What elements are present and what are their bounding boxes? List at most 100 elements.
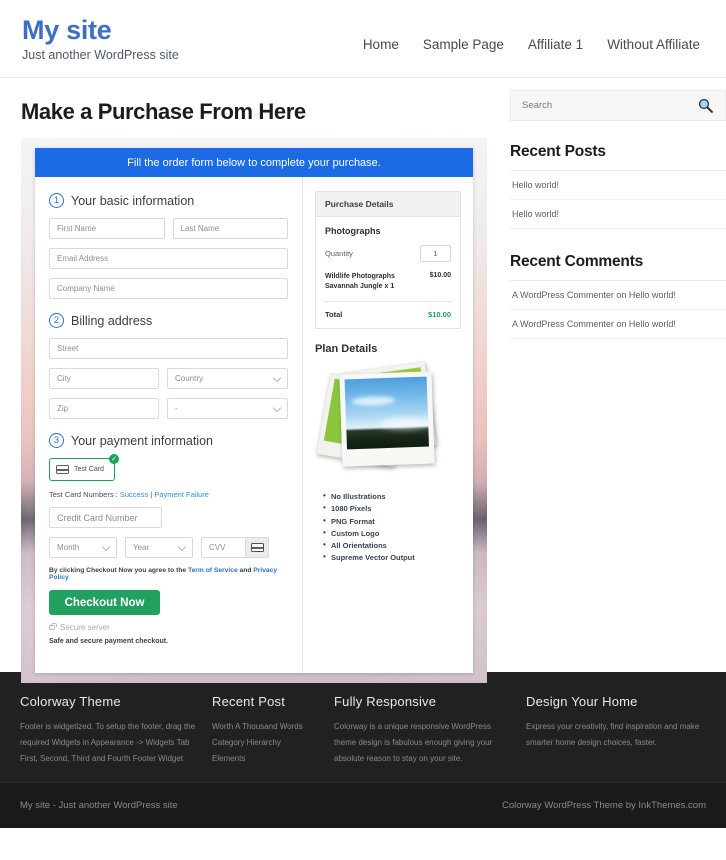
list-item[interactable]: Hello world! <box>510 171 726 200</box>
state-select[interactable]: - <box>167 398 288 419</box>
list-item[interactable]: A WordPress Commenter on Hello world! <box>510 310 726 339</box>
section-title-billing-address: Billing address <box>71 313 153 328</box>
section-billing-address-heading: 2 Billing address <box>49 313 288 328</box>
test-numbers-success-link[interactable]: Success <box>120 490 148 499</box>
expiry-year-value: Year <box>133 543 150 552</box>
step-number-2: 2 <box>49 313 64 328</box>
search-icon[interactable] <box>697 97 714 114</box>
street-row: Street <box>49 338 288 359</box>
test-numbers-prefix: Test Card Numbers : <box>49 490 120 499</box>
purchase-form-frame: Fill the order form below to complete yo… <box>21 138 487 683</box>
section-title-payment-information: Your payment information <box>71 433 213 448</box>
email-input[interactable]: Email Address <box>49 248 288 269</box>
list-item: Supreme Vector Output <box>323 551 461 564</box>
nav-item-affiliate-1[interactable]: Affiliate 1 <box>528 37 583 52</box>
footer-column-title: Fully Responsive <box>334 694 437 709</box>
quantity-input[interactable]: 1 <box>420 245 451 262</box>
line-item-name: Wildlife Photographs Savannah Jungle x 1 <box>325 273 395 291</box>
plan-details-title: Plan Details <box>315 343 378 356</box>
street-input[interactable]: Street <box>49 338 288 359</box>
expiry-cvv-row: Month Year CVV <box>49 537 288 558</box>
footer-column-title: Design Your Home <box>526 694 638 709</box>
footer-column-recent-post: Recent Post Worth A Thousand Words Categ… <box>212 694 322 782</box>
list-item: All Orientations <box>323 539 461 552</box>
checkout-now-button[interactable]: Checkout Now <box>49 590 160 615</box>
recent-posts-title: Recent Posts <box>510 143 726 171</box>
copyright-left: My site - Just another WordPress site <box>20 800 178 811</box>
test-card-option[interactable]: Test Card ✓ <box>49 454 119 481</box>
step-number-3: 3 <box>49 433 64 448</box>
secure-server-label: Secure server <box>60 623 110 632</box>
footer-copyright-bar: My site - Just another WordPress site Co… <box>0 782 726 828</box>
widget-spacer <box>510 229 726 253</box>
list-item: 1080 Pixels <box>323 502 461 515</box>
purchase-form-card: Fill the order form below to complete yo… <box>35 148 473 673</box>
photo-front <box>339 371 435 467</box>
step-number-1: 1 <box>49 193 64 208</box>
page-wrapper: Make a Purchase From Here Fill the order… <box>0 78 726 683</box>
list-item: No Illustrations <box>323 490 461 503</box>
footer-widgets: Colorway Theme Footer is widgetized. To … <box>0 672 726 782</box>
company-row: Company Name <box>49 278 288 299</box>
copyright-right[interactable]: Colorway WordPress Theme by InkThemes.co… <box>502 800 706 811</box>
chevron-down-icon <box>272 403 282 412</box>
email-row: Email Address <box>49 248 288 269</box>
total-label: Total <box>325 310 343 320</box>
city-input[interactable]: City <box>49 368 159 389</box>
test-numbers-failure-link[interactable]: Payment Failure <box>154 490 209 499</box>
nav-item-without-affiliate[interactable]: Without Affiliate <box>607 37 700 52</box>
secure-server-row: Secure server <box>49 623 288 632</box>
line-item-row: Wildlife Photographs Savannah Jungle x 1… <box>325 272 451 303</box>
total-value: $10.00 <box>428 310 451 320</box>
name-row: First Name Last Name <box>49 218 288 239</box>
last-name-input[interactable]: Last Name <box>172 218 288 239</box>
expiry-year-select[interactable]: Year <box>125 537 193 558</box>
nav-item-home[interactable]: Home <box>363 37 399 52</box>
form-right-column: Purchase Details Photographs Quantity 1 … <box>302 177 473 673</box>
city-country-row: City Country <box>49 368 288 389</box>
expiry-month-select[interactable]: Month <box>49 537 117 558</box>
photographs-illustration <box>316 361 461 483</box>
country-select[interactable]: Country <box>167 368 288 389</box>
list-item[interactable]: Elements <box>212 751 322 767</box>
recent-comments-list: A WordPress Commenter on Hello world! A … <box>510 281 726 339</box>
list-item[interactable]: A WordPress Commenter on Hello world! <box>510 281 726 310</box>
list-item[interactable]: Hello world! <box>510 200 726 229</box>
nav-item-sample-page[interactable]: Sample Page <box>423 37 504 52</box>
footer-column-title: Colorway Theme <box>20 694 121 709</box>
list-item[interactable]: Worth A Thousand Words <box>212 719 322 735</box>
test-card-numbers-note: Test Card Numbers : Success | Payment Fa… <box>49 490 288 499</box>
form-banner: Fill the order form below to complete yo… <box>35 148 473 177</box>
lock-icon <box>49 623 57 630</box>
zip-input[interactable]: Zip <box>49 398 159 419</box>
site-branding[interactable]: My site Just another WordPress site <box>22 12 179 63</box>
footer-column-text: Footer is widgetized. To setup the foote… <box>20 722 196 763</box>
photo-image <box>344 376 429 450</box>
first-name-input[interactable]: First Name <box>49 218 165 239</box>
footer-column-text: Colorway is a unique responsive WordPres… <box>334 722 493 763</box>
terms-agreement-note: By clicking Checkout Now you agree to th… <box>49 567 288 581</box>
agree-prefix: By clicking Checkout Now you agree to th… <box>49 567 188 574</box>
section-basic-information-heading: 1 Your basic information <box>49 193 288 208</box>
country-select-value: Country <box>175 374 204 383</box>
footer-recent-post-list: Worth A Thousand Words Category Hierarch… <box>212 719 322 767</box>
primary-navigation: Home Sample Page Affiliate 1 Without Aff… <box>363 12 704 52</box>
site-title[interactable]: My site <box>22 16 179 45</box>
page-title: Make a Purchase From Here <box>21 99 306 124</box>
purchase-details-box: Purchase Details Photographs Quantity 1 … <box>315 191 461 330</box>
credit-card-number-input[interactable]: Credit Card Number <box>49 507 162 528</box>
card-number-row: Credit Card Number <box>49 507 288 528</box>
cvv-input[interactable]: CVV <box>201 537 246 558</box>
plan-feature-list: No Illustrations 1080 Pixels PNG Format … <box>323 490 461 564</box>
company-name-input[interactable]: Company Name <box>49 278 288 299</box>
search-widget[interactable] <box>510 90 726 121</box>
recent-comments-title: Recent Comments <box>510 253 726 281</box>
list-item[interactable]: Category Hierarchy <box>212 735 322 751</box>
quantity-label: Quantity <box>325 249 353 258</box>
chevron-down-icon <box>101 542 111 551</box>
footer-column-title: Recent Post <box>212 694 286 709</box>
search-input[interactable] <box>522 100 672 111</box>
chevron-down-icon <box>177 542 187 551</box>
terms-of-service-link[interactable]: Term of Service <box>188 567 238 574</box>
chevron-down-icon <box>272 373 282 382</box>
